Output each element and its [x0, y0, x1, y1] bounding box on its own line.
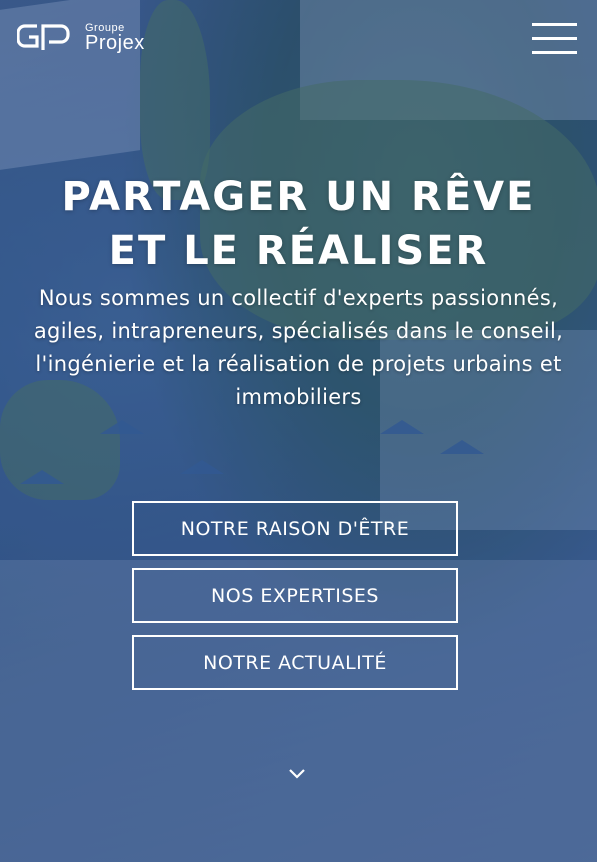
hero-subtitle: Nous sommes un collectif d'experts passi…: [33, 286, 564, 409]
raison-detre-button[interactable]: NOTRE RAISON D'ÊTRE: [132, 501, 458, 556]
actualite-button[interactable]: NOTRE ACTUALITÉ: [132, 635, 458, 690]
logo-mark-icon: [17, 24, 70, 50]
logo-big-text: Projex: [85, 32, 145, 54]
hero-title-line-2: ET LE RÉALISER: [108, 228, 489, 274]
expertises-button[interactable]: NOS EXPERTISES: [132, 568, 458, 623]
hero-title: PARTAGER UN RÊVE ET LE RÉALISER: [0, 170, 597, 278]
site-header: Groupe Projex: [0, 0, 597, 80]
logo-text: Groupe Projex: [85, 23, 145, 54]
background-image: [0, 0, 597, 862]
hero-title-line-1: PARTAGER UN RÊVE: [61, 174, 536, 220]
hero-section: Groupe Projex PARTAGER UN RÊVE ET LE RÉA…: [0, 0, 597, 862]
hamburger-menu-icon[interactable]: [532, 23, 577, 57]
chevron-down-icon[interactable]: [288, 768, 306, 780]
site-logo[interactable]: Groupe Projex: [17, 22, 145, 54]
